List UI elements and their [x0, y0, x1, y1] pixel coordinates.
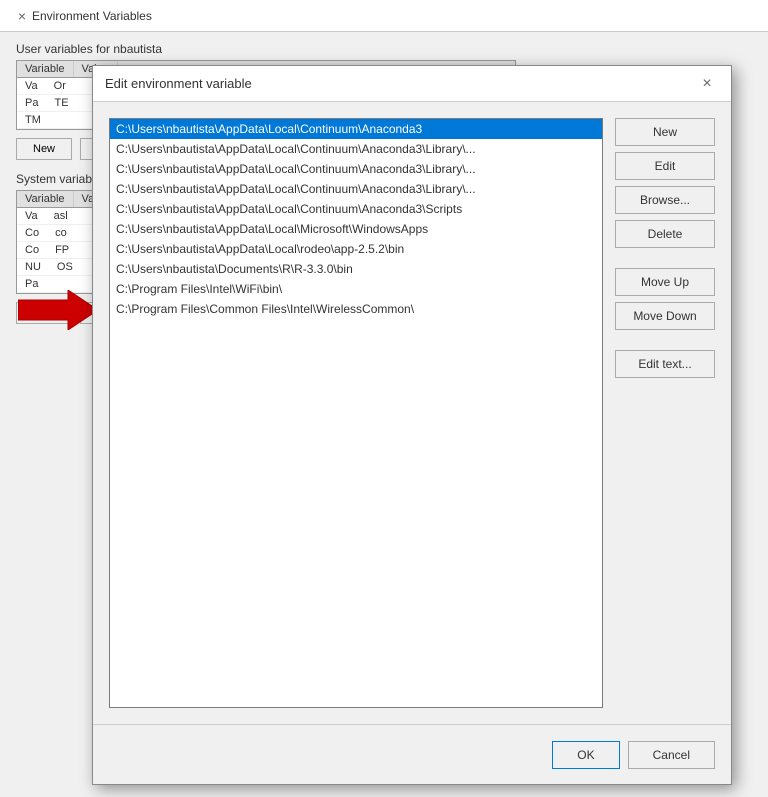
var-value: TE	[46, 96, 76, 110]
var-value: Or	[46, 79, 74, 93]
var-value	[46, 277, 62, 291]
sys-col-header-name: Variable	[17, 191, 74, 207]
var-value	[49, 113, 65, 127]
user-new-button[interactable]: New	[16, 138, 72, 160]
dialog-body: C:\Users\nbautista\AppData\Local\Continu…	[93, 102, 731, 724]
list-item[interactable]: C:\Users\nbautista\AppData\Local\Continu…	[110, 119, 602, 139]
var-name: Va	[17, 209, 46, 223]
bg-titlebar: × Environment Variables	[0, 0, 768, 32]
var-name: Pa	[17, 96, 46, 110]
list-item[interactable]: C:\Program Files\Common Files\Intel\Wire…	[110, 299, 602, 319]
dialog-title: Edit environment variable	[105, 76, 252, 91]
list-item[interactable]: C:\Users\nbautista\AppData\Local\Continu…	[110, 139, 602, 159]
var-value: co	[47, 226, 75, 240]
list-item[interactable]: C:\Program Files\Intel\WiFi\bin\	[110, 279, 602, 299]
var-name: NU	[17, 260, 49, 274]
bg-close-button[interactable]: ×	[12, 6, 32, 26]
var-value: asl	[46, 209, 76, 223]
list-item[interactable]: C:\Users\nbautista\AppData\Local\Continu…	[110, 199, 602, 219]
move-down-button[interactable]: Move Down	[615, 302, 715, 330]
var-name: TM	[17, 113, 49, 127]
var-name: Co	[17, 243, 47, 257]
var-name: Va	[17, 79, 46, 93]
var-name: Pa	[17, 277, 46, 291]
var-value: FP	[47, 243, 77, 257]
arrow-indicator	[18, 290, 98, 333]
edit-button[interactable]: Edit	[615, 152, 715, 180]
browse-button[interactable]: Browse...	[615, 186, 715, 214]
var-name: Co	[17, 226, 47, 240]
list-item[interactable]: C:\Users\nbautista\Documents\R\R-3.3.0\b…	[110, 259, 602, 279]
delete-button[interactable]: Delete	[615, 220, 715, 248]
cancel-button[interactable]: Cancel	[628, 741, 715, 769]
list-item[interactable]: C:\Users\nbautista\AppData\Local\rodeo\a…	[110, 239, 602, 259]
new-button[interactable]: New	[615, 118, 715, 146]
list-item[interactable]: C:\Users\nbautista\AppData\Local\Continu…	[110, 179, 602, 199]
list-item[interactable]: C:\Users\nbautista\AppData\Local\Continu…	[110, 159, 602, 179]
bg-window-title: Environment Variables	[32, 9, 152, 23]
path-listbox[interactable]: C:\Users\nbautista\AppData\Local\Continu…	[109, 118, 603, 708]
move-up-button[interactable]: Move Up	[615, 268, 715, 296]
edit-text-button[interactable]: Edit text...	[615, 350, 715, 378]
dialog-close-button[interactable]: ×	[695, 72, 719, 96]
list-item[interactable]: C:\Users\nbautista\AppData\Local\Microso…	[110, 219, 602, 239]
action-buttons-panel: New Edit Browse... Delete Move Up Move D…	[615, 118, 715, 708]
edit-env-variable-dialog: Edit environment variable × C:\Users\nba…	[92, 65, 732, 785]
dialog-titlebar: Edit environment variable ×	[93, 66, 731, 102]
dialog-footer: OK Cancel	[93, 724, 731, 784]
user-section-label: User variables for nbautista	[16, 42, 752, 56]
ok-button[interactable]: OK	[552, 741, 619, 769]
var-value: OS	[49, 260, 81, 274]
var-col-header-name: Variable	[17, 61, 74, 77]
